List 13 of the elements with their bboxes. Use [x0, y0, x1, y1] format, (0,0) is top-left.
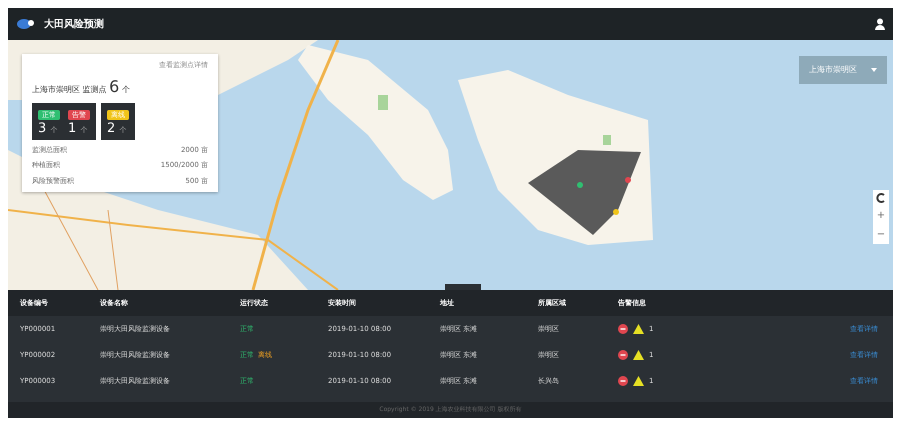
- logo-icon: [16, 18, 36, 30]
- error-icon: [618, 324, 628, 334]
- warning-icon: [633, 376, 644, 386]
- warning-icon: [633, 324, 644, 334]
- summary-heading: 上海市崇明区 监测点 6 个: [32, 76, 131, 98]
- locate-icon[interactable]: [876, 193, 886, 203]
- error-icon: [618, 376, 628, 386]
- user-icon[interactable]: [875, 18, 885, 30]
- error-icon: [618, 350, 628, 360]
- app-title: 大田风险预测: [44, 18, 104, 32]
- caret-icon: [871, 68, 877, 72]
- warning-icon: [633, 350, 644, 360]
- region-select[interactable]: 上海市崇明区: [799, 56, 887, 84]
